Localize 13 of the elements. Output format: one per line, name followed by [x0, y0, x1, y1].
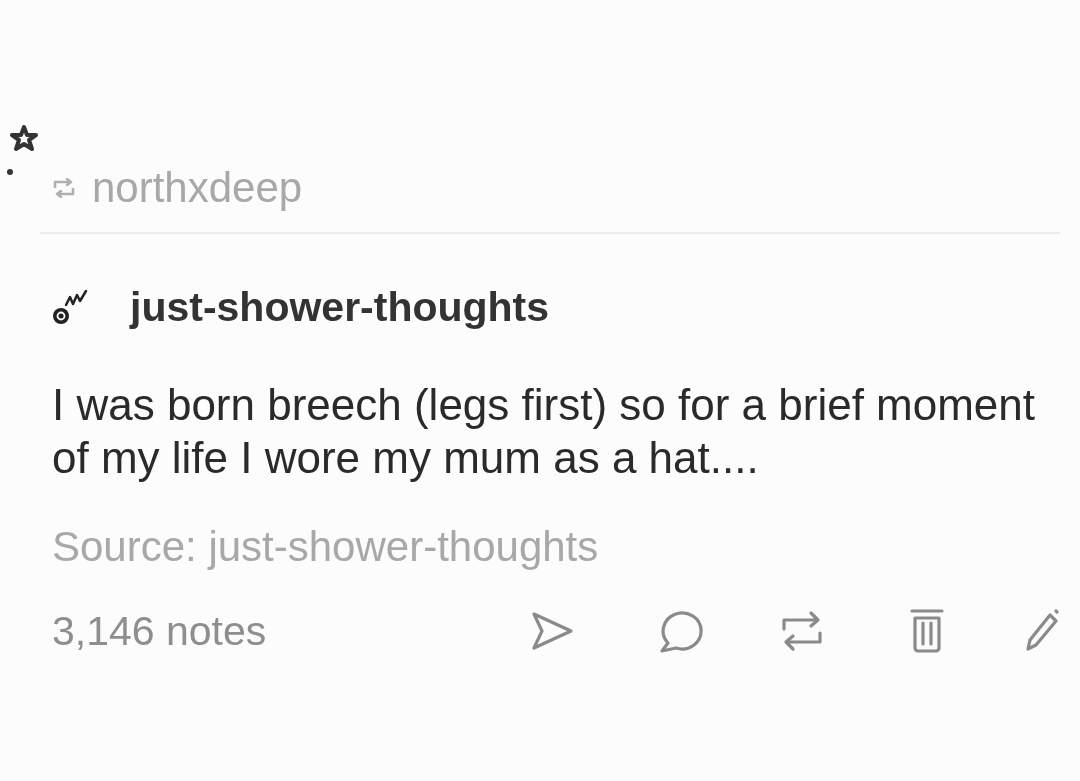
- blog-name[interactable]: just-shower-thoughts: [130, 286, 550, 328]
- comment-icon[interactable]: [658, 609, 704, 653]
- pencil-icon[interactable]: [1024, 609, 1060, 653]
- reblog-icon[interactable]: [779, 609, 825, 653]
- post-text: I was born breech (legs first) so for a brief moment of my life I wore my mum as a hat....: [52, 379, 1037, 484]
- trash-icon[interactable]: [909, 608, 945, 654]
- post-source[interactable]: Source: just-shower-thoughts: [52, 526, 599, 568]
- reblogger-username[interactable]: northxdeep: [92, 167, 303, 209]
- notes-count[interactable]: 3,146 notes: [52, 610, 530, 652]
- reblog-icon: [52, 178, 76, 198]
- send-icon[interactable]: [530, 611, 574, 651]
- blog-avatar-icon[interactable]: [52, 289, 88, 325]
- sparkle-icon: [6, 125, 38, 177]
